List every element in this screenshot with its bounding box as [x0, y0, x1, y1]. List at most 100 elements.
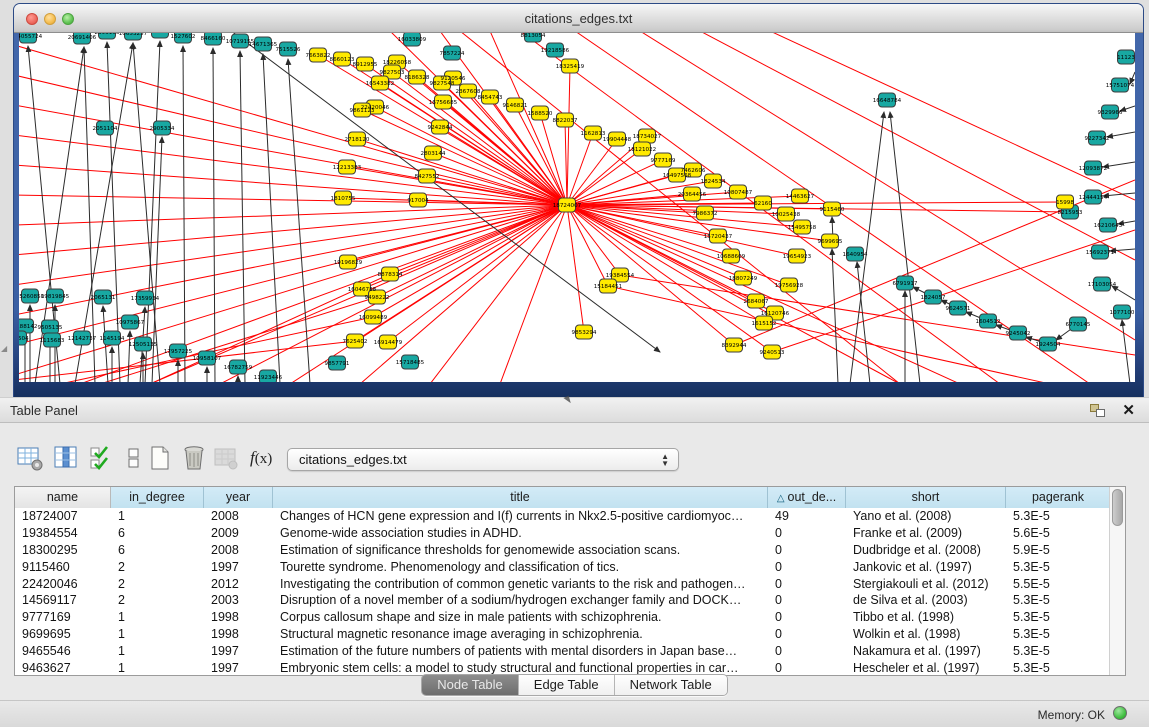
table-row[interactable]: 977716911998Corpus callosum shape and si… — [15, 609, 1125, 626]
table-cell: Genome-wide association studies in ADHD. — [273, 525, 768, 542]
table-row[interactable]: 946554611997Estimation of the future num… — [15, 643, 1125, 660]
import-table-icon[interactable] — [212, 444, 240, 472]
edge[interactable] — [500, 205, 567, 382]
edge[interactable] — [700, 33, 1135, 260]
edge[interactable] — [567, 66, 570, 205]
edge[interactable] — [288, 59, 310, 382]
column-header-year[interactable]: year — [204, 487, 273, 508]
edge[interactable] — [567, 205, 789, 285]
function-builder-icon[interactable]: f(x) — [250, 448, 278, 476]
edge[interactable] — [362, 110, 567, 205]
table-row[interactable]: 1872400712008Changes of HCN gene express… — [15, 508, 1125, 525]
edge[interactable] — [19, 205, 567, 225]
edge[interactable] — [1103, 193, 1135, 196]
edge[interactable] — [567, 205, 734, 345]
network-canvas[interactable]: 2405572420691406239315610653257146531215… — [19, 33, 1135, 382]
edge[interactable] — [375, 107, 567, 205]
edge[interactable] — [1112, 286, 1135, 300]
node-label: 15751074 — [1106, 83, 1135, 89]
memory-ok-indicator[interactable] — [1113, 706, 1127, 720]
node-label: 1824057 — [921, 295, 946, 301]
table-cell: 2003 — [204, 592, 273, 609]
node-label: 9498222 — [365, 295, 390, 301]
node-label: 1615152 — [752, 321, 777, 327]
table-panel: Table Panel ✕ f(x) — [0, 397, 1149, 727]
delete-table-icon[interactable] — [180, 444, 208, 472]
table-cell: 2008 — [204, 508, 273, 525]
node-label: 10688609 — [717, 254, 746, 260]
edge[interactable] — [183, 46, 185, 382]
edge[interactable] — [567, 139, 617, 205]
table-panel-title: Table Panel — [10, 403, 78, 418]
edge[interactable] — [608, 286, 1050, 382]
column-header-pagerank[interactable]: pagerank — [1006, 487, 1111, 508]
show-column-icon[interactable] — [52, 444, 80, 472]
scrollbar-thumb[interactable] — [1112, 489, 1123, 526]
edge[interactable] — [832, 249, 838, 382]
tab-node-table[interactable]: Node Table — [422, 675, 519, 695]
node-label: 24055724 — [19, 34, 43, 40]
column-header-in-degree[interactable]: in_degree — [111, 487, 204, 508]
node-label: 18226058 — [383, 60, 412, 66]
table-row[interactable]: 2242004622012Investigating the contribut… — [15, 576, 1125, 593]
network-window-titlebar[interactable]: citations_edges.txt — [14, 4, 1143, 33]
node-label: 9624571 — [946, 306, 971, 312]
node-label: 7462606 — [681, 168, 706, 174]
network-view-window: citations_edges.txt 24055724206914062393… — [14, 4, 1143, 397]
edge[interactable] — [770, 33, 1135, 200]
close-panel-icon[interactable]: ✕ — [1122, 401, 1135, 419]
vertical-scrollbar[interactable] — [1109, 487, 1125, 675]
select-all-icon[interactable] — [88, 444, 116, 472]
node-attribute-table: namein_degreeyeartitle△out_de...shortpag… — [14, 486, 1126, 676]
table-panel-header: Table Panel ✕ — [0, 397, 1149, 423]
node-label: 2393156 — [95, 33, 120, 36]
table-cell: Dudbridge et al. (2008) — [846, 542, 1006, 559]
tab-edge-table[interactable]: Edge Table — [519, 675, 615, 695]
column-header-out-de-[interactable]: △out_de... — [768, 487, 846, 508]
resize-handle-icon: ◢ — [1, 345, 8, 352]
column-header-title[interactable]: title — [273, 487, 768, 508]
tab-network-table[interactable]: Network Table — [615, 675, 727, 695]
edge[interactable] — [1107, 132, 1135, 137]
edge[interactable] — [567, 205, 900, 382]
node-label: 9861123 — [350, 108, 375, 114]
edge[interactable] — [19, 195, 567, 205]
table-row[interactable]: 911546021997Tourette syndrome. Phenomeno… — [15, 559, 1125, 576]
edge[interactable] — [263, 54, 280, 382]
column-header-short[interactable]: short — [846, 487, 1006, 508]
table-cell: Tourette syndrome. Phenomenology and cla… — [273, 559, 768, 576]
edge[interactable] — [1103, 162, 1135, 167]
edge[interactable] — [565, 120, 567, 205]
rows-icon[interactable] — [120, 444, 148, 472]
node-label: 10653257 — [119, 33, 148, 37]
edge[interactable] — [213, 48, 215, 382]
node-label: 12142737 — [68, 336, 97, 342]
table-row[interactable]: 1830029562008Estimation of significance … — [15, 542, 1125, 559]
table-row[interactable]: 1938455462009Genome-wide association stu… — [15, 525, 1125, 542]
column-header-name[interactable]: name — [15, 487, 111, 508]
node-label: 19384554 — [606, 273, 635, 279]
table-cell: Estimation of significance thresholds fo… — [273, 542, 768, 559]
table-cell: 14569117 — [15, 592, 111, 609]
table-cell: Changes of HCN gene expression and I(f) … — [273, 508, 768, 525]
node-label: 9827548 — [430, 81, 455, 87]
table-cell: 0 — [768, 542, 846, 559]
edge[interactable] — [133, 43, 160, 382]
table-settings-icon[interactable] — [16, 444, 44, 472]
table-row[interactable]: 1456911722003Disruption of a novel membe… — [15, 592, 1125, 609]
float-panel-icon[interactable] — [1090, 404, 1105, 417]
table-cell: 0 — [768, 559, 846, 576]
new-table-icon[interactable] — [146, 444, 174, 472]
edge[interactable] — [567, 149, 642, 205]
table-selector-dropdown[interactable]: citations_edges.txt ▲▼ — [287, 448, 679, 471]
node-label: 7857224 — [440, 51, 465, 57]
node-label: 19904448 — [603, 137, 632, 143]
edge[interactable] — [1122, 320, 1130, 382]
citation-network-graph[interactable]: 2405572420691406239315610653257146531215… — [19, 33, 1135, 382]
table-cell: 1 — [111, 508, 204, 525]
edge[interactable] — [19, 135, 567, 205]
node-label: 1527602 — [171, 34, 196, 40]
node-label: 12444154 — [1079, 195, 1108, 201]
edge[interactable] — [19, 165, 567, 205]
table-row[interactable]: 969969511998Structural magnetic resonanc… — [15, 626, 1125, 643]
